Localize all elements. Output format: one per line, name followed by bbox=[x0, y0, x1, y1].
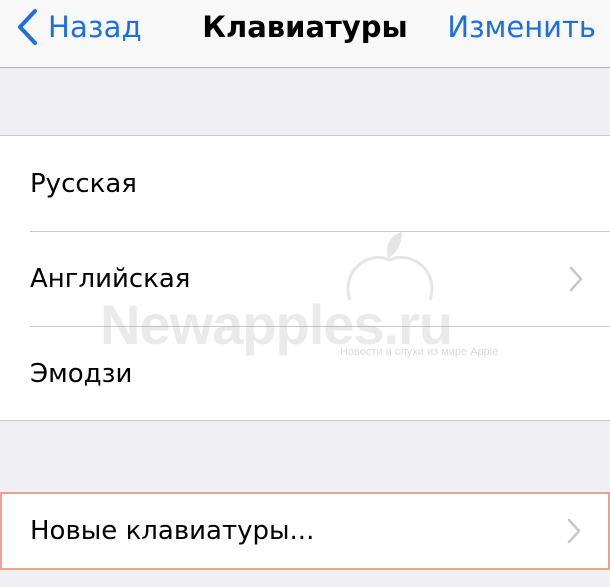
list-item-keyboard-russian[interactable]: Русская bbox=[0, 136, 610, 231]
list-item-keyboard-english[interactable]: Английская bbox=[0, 231, 610, 326]
keyboards-settings-screen: Назад Клавиатуры Изменить Русская Англий… bbox=[0, 0, 610, 587]
add-keyboard-section: Новые клавиатуры... bbox=[0, 492, 610, 570]
chevron-right-icon bbox=[568, 265, 584, 293]
chevron-right-icon bbox=[566, 517, 582, 545]
list-item-label: Русская bbox=[30, 168, 137, 199]
keyboards-list: Русская Английская Эмодзи bbox=[0, 135, 610, 421]
navigation-bar: Назад Клавиатуры Изменить bbox=[0, 0, 610, 68]
add-new-keyboard-item[interactable]: Новые клавиатуры... bbox=[2, 494, 608, 568]
chevron-left-icon bbox=[12, 6, 42, 48]
back-button[interactable]: Назад bbox=[12, 6, 142, 48]
list-item-label: Английская bbox=[30, 263, 191, 294]
edit-button[interactable]: Изменить bbox=[447, 6, 596, 48]
list-item-label: Эмодзи bbox=[30, 358, 133, 389]
list-item-keyboard-emoji[interactable]: Эмодзи bbox=[0, 326, 610, 421]
add-new-keyboard-label: Новые клавиатуры... bbox=[30, 516, 315, 546]
back-button-label: Назад bbox=[48, 10, 142, 44]
